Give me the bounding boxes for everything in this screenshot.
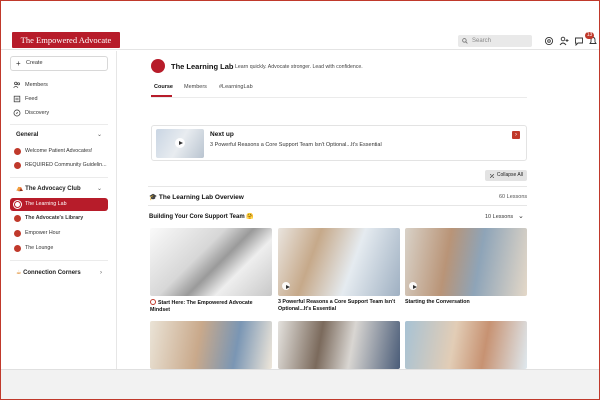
add-user-icon[interactable]	[559, 36, 569, 46]
next-up-thumbnail	[156, 129, 204, 158]
tab-course[interactable]: Course	[154, 84, 173, 90]
section-title: General	[16, 132, 39, 138]
divider	[148, 186, 527, 187]
plus-icon: +	[16, 59, 21, 68]
sidebar-item-feed[interactable]: Feed	[10, 93, 108, 105]
sidebar: + Create Members Feed Discovery General …	[1, 51, 117, 369]
brand-logo[interactable]: The Empowered Advocate	[12, 32, 120, 48]
overview-lesson-count: 60 Lessons	[499, 194, 528, 200]
lesson-thumbnail	[278, 321, 400, 369]
next-up-title: 3 Powerful Reasons a Core Support Team I…	[210, 142, 382, 148]
graduation-cap-icon: 🎓	[149, 194, 158, 201]
lesson-card[interactable]: 3 Powerful Reasons a Core Support Team I…	[278, 228, 400, 313]
lesson-status-icon	[150, 299, 156, 305]
tab-members[interactable]: Members	[184, 84, 207, 90]
sidebar-item-label: The Learning Lab	[25, 201, 67, 207]
sidebar-item-label: Welcome Patient Advocates!	[25, 148, 93, 154]
sidebar-item-advocates-library[interactable]: The Advocate's Library	[10, 212, 108, 225]
corners-emoji-icon: ☕	[16, 270, 22, 276]
sidebar-item-label: Members	[25, 82, 48, 88]
sidebar-item-label: Empower Hour	[25, 230, 61, 236]
chevron-right-icon: ›	[100, 270, 102, 276]
sidebar-item-welcome[interactable]: Welcome Patient Advocates!	[10, 145, 108, 158]
create-label: Create	[26, 60, 43, 66]
lesson-thumbnail	[150, 228, 272, 296]
tab-learninglab[interactable]: #LearningLab	[219, 84, 253, 90]
collapse-all-label: Collapse All	[496, 172, 523, 178]
lesson-thumbnail	[405, 321, 527, 369]
section-lesson-count: 10 Lessons	[485, 214, 514, 220]
overview-title-text: The Learning Lab Overview	[158, 194, 244, 201]
page-tagline: Learn quickly. Advocate stronger. Lead w…	[235, 63, 363, 70]
feed-icon	[13, 95, 21, 103]
lesson-title: Start Here: The Empowered Advocate Minds…	[150, 300, 253, 313]
lesson-thumbnail	[405, 228, 527, 296]
lesson-thumbnail	[150, 321, 272, 369]
next-up-label: Next up	[210, 131, 234, 138]
club-emoji-icon: ⛺	[16, 186, 24, 192]
compass-icon	[13, 109, 21, 117]
lesson-card[interactable]	[405, 321, 527, 369]
create-button[interactable]: + Create	[10, 56, 108, 71]
channel-avatar-icon	[14, 148, 21, 155]
collapse-icon	[489, 173, 495, 178]
space-logo	[151, 59, 165, 73]
sidebar-section-connection-corners[interactable]: ☕ Connection Corners ›	[10, 267, 108, 279]
sidebar-item-empower-hour[interactable]: Empower Hour	[10, 227, 108, 240]
sidebar-item-lounge[interactable]: The Lounge	[10, 242, 108, 255]
lesson-card[interactable]: Starting the Conversation	[405, 228, 527, 306]
sidebar-item-guidelines[interactable]: REQUIRED Community Guidelin...	[10, 159, 108, 172]
sidebar-item-label: The Advocate's Library	[25, 215, 84, 221]
search-icon	[462, 38, 468, 44]
next-up-card[interactable]: Next up 3 Powerful Reasons a Core Suppor…	[151, 125, 527, 161]
sidebar-section-general[interactable]: General ⌄	[10, 129, 108, 141]
sidebar-item-discovery[interactable]: Discovery	[10, 107, 108, 119]
sidebar-section-advocacy-club[interactable]: ⛺ The Advocacy Club ⌄	[10, 183, 108, 195]
sidebar-divider	[10, 177, 108, 178]
section-title: Connection Corners	[23, 270, 81, 276]
play-icon	[409, 282, 417, 290]
lesson-card[interactable]: Start Here: The Empowered Advocate Minds…	[150, 228, 272, 314]
channel-avatar-icon	[14, 201, 21, 208]
channel-avatar-icon	[14, 245, 21, 252]
tabs-divider	[151, 96, 527, 98]
lesson-title: 3 Powerful Reasons a Core Support Team I…	[278, 299, 396, 312]
sidebar-item-learning-lab[interactable]: The Learning Lab	[10, 198, 108, 211]
bottom-bar	[1, 369, 599, 399]
lesson-thumbnail	[278, 228, 400, 296]
sidebar-item-members[interactable]: Members	[10, 79, 108, 91]
chevron-down-icon: ⌄	[96, 186, 102, 192]
sidebar-divider	[10, 124, 108, 125]
chevron-down-icon: ⌄	[96, 132, 102, 138]
lesson-title: Starting the Conversation	[405, 299, 470, 305]
top-bar: The Empowered Advocate Search 13	[1, 1, 599, 50]
channel-avatar-icon	[14, 230, 21, 237]
sidebar-item-label: REQUIRED Community Guidelin...	[25, 162, 107, 168]
sidebar-item-label: Discovery	[25, 110, 50, 116]
section-title: The Advocacy Club	[25, 186, 81, 192]
search-placeholder: Search	[472, 38, 492, 44]
channel-avatar-icon	[14, 215, 21, 222]
search-input[interactable]: Search	[458, 35, 532, 47]
sidebar-item-label: The Lounge	[25, 245, 54, 251]
sidebar-divider	[10, 260, 108, 261]
play-icon	[175, 138, 185, 148]
settings-icon[interactable]	[544, 36, 554, 46]
chat-icon[interactable]	[574, 36, 584, 46]
notification-badge: 13	[585, 32, 594, 39]
lesson-card[interactable]	[278, 321, 400, 369]
page-title: The Learning Lab	[171, 62, 234, 71]
lesson-card[interactable]	[150, 321, 272, 369]
chevron-down-icon[interactable]: ⌄	[518, 212, 524, 220]
sidebar-item-label: Feed	[25, 96, 38, 102]
channel-avatar-icon	[14, 162, 21, 169]
members-icon	[13, 81, 21, 89]
collapse-all-button[interactable]: Collapse All	[485, 170, 527, 181]
section-title[interactable]: Building Your Core Support Team 🤗	[149, 213, 254, 220]
overview-title[interactable]: 🎓 The Learning Lab Overview	[149, 193, 244, 201]
play-icon	[282, 282, 290, 290]
next-arrow-button[interactable]: ›	[512, 131, 520, 139]
main-content: The Learning Lab Learn quickly. Advocate…	[118, 51, 599, 369]
divider	[148, 205, 527, 206]
